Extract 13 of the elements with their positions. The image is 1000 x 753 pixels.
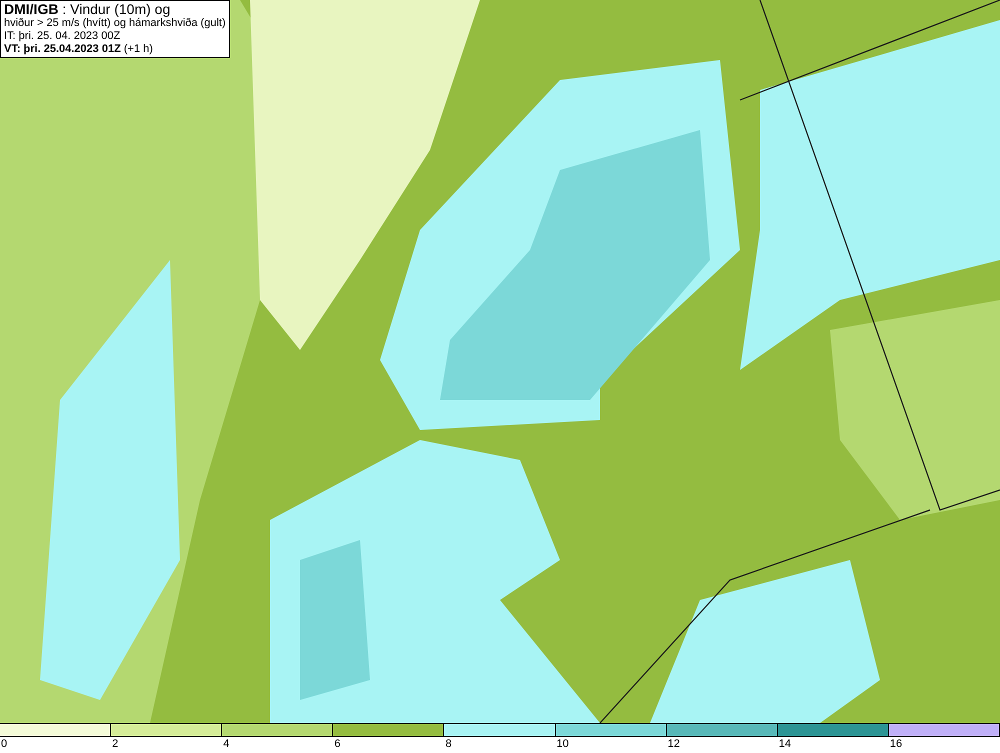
legend-label: 16: [888, 737, 902, 751]
header-text: DMI/IGB : Vindur (10m) og: [4, 2, 172, 17]
legend-label: 8: [444, 737, 452, 751]
legend-label: 6: [333, 737, 340, 751]
header-text: hviður > 25 m/s (hvítt) og hámarkshviða (gult): [4, 17, 226, 30]
header-text: IT: þri. 25. 04. 2023 00Z: [4, 30, 122, 43]
legend-label: 4: [222, 737, 230, 751]
legend-label: 2: [111, 737, 118, 751]
legend-label: 10: [556, 737, 569, 751]
legend-label: 0: [0, 737, 8, 751]
legend-label: 14: [778, 737, 792, 751]
header-text: VT: þri. 25.04.2023 01Z (+1 h): [4, 43, 154, 56]
legend-label: 12: [666, 737, 680, 751]
